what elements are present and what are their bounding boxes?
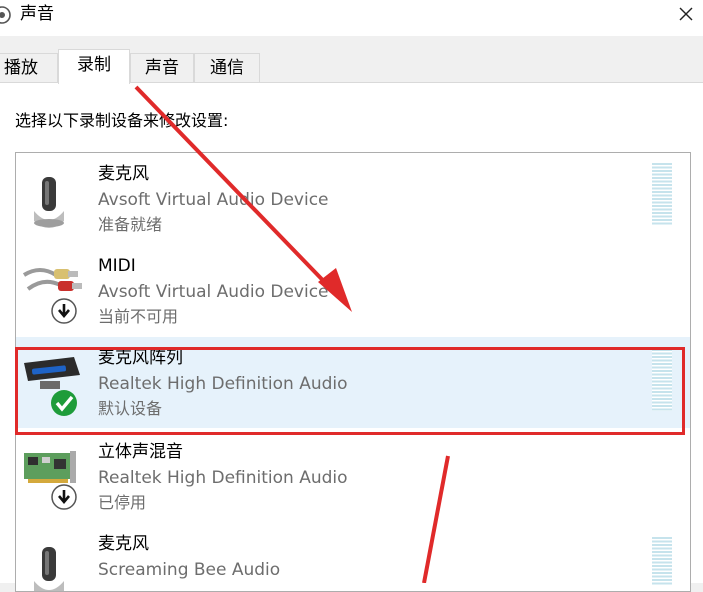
microphone-icon xyxy=(20,533,86,591)
device-name: 立体声混音 xyxy=(98,442,183,462)
device-driver: Realtek High Definition Audio xyxy=(98,468,348,488)
tab-bar: 播放 录制 声音 通信 xyxy=(0,49,703,84)
device-status: 准备就绪 xyxy=(98,215,163,234)
level-meter xyxy=(652,163,672,225)
tab-playback[interactable]: 播放 xyxy=(0,53,58,83)
device-name: MIDI xyxy=(98,256,136,276)
close-icon xyxy=(679,7,693,21)
tab-sounds[interactable]: 声音 xyxy=(130,53,194,83)
title-bar: 声音 xyxy=(0,0,703,36)
device-driver: Avsoft Virtual Audio Device xyxy=(98,282,329,302)
instruction-label: 选择以下录制设备来修改设置: xyxy=(15,111,229,130)
device-name: 麦克风阵列 xyxy=(98,348,183,368)
device-status: 默认设备 xyxy=(98,399,163,418)
rca-cable-icon xyxy=(20,255,86,327)
sound-card-icon xyxy=(20,441,86,513)
device-status: 当前不可用 xyxy=(98,307,179,326)
tab-recording[interactable]: 录制 xyxy=(58,49,130,84)
list-item-selected[interactable]: 麦克风阵列 Realtek High Definition Audio 默认设备 xyxy=(16,337,690,428)
green-check-badge xyxy=(51,390,77,416)
microphone-array-icon xyxy=(20,347,86,419)
speaker-icon xyxy=(0,5,12,25)
microphone-icon xyxy=(20,163,86,235)
device-status: 已停用 xyxy=(98,493,147,512)
recording-device-list[interactable]: 麦克风 Avsoft Virtual Audio Device 准备就绪 MID… xyxy=(15,152,691,592)
list-item[interactable]: 立体声混音 Realtek High Definition Audio 已停用 xyxy=(16,431,690,522)
window-title: 声音 xyxy=(20,4,54,24)
device-driver: Screaming Bee Audio xyxy=(98,560,281,580)
device-name: 麦克风 xyxy=(98,534,149,554)
list-item[interactable]: MIDI Avsoft Virtual Audio Device 当前不可用 xyxy=(16,245,690,336)
tab-communications[interactable]: 通信 xyxy=(194,53,260,83)
tab-content: 选择以下录制设备来修改设置: 麦克风 Avsoft Virtual Audio … xyxy=(0,83,703,592)
device-name: 麦克风 xyxy=(98,164,149,184)
close-button[interactable] xyxy=(669,0,703,28)
level-meter xyxy=(652,537,672,585)
level-meter xyxy=(652,349,672,411)
list-item[interactable]: 麦克风 Screaming Bee Audio xyxy=(16,523,690,591)
list-item[interactable]: 麦克风 Avsoft Virtual Audio Device 准备就绪 xyxy=(16,153,690,244)
device-driver: Avsoft Virtual Audio Device xyxy=(98,190,329,210)
device-driver: Realtek High Definition Audio xyxy=(98,374,348,394)
